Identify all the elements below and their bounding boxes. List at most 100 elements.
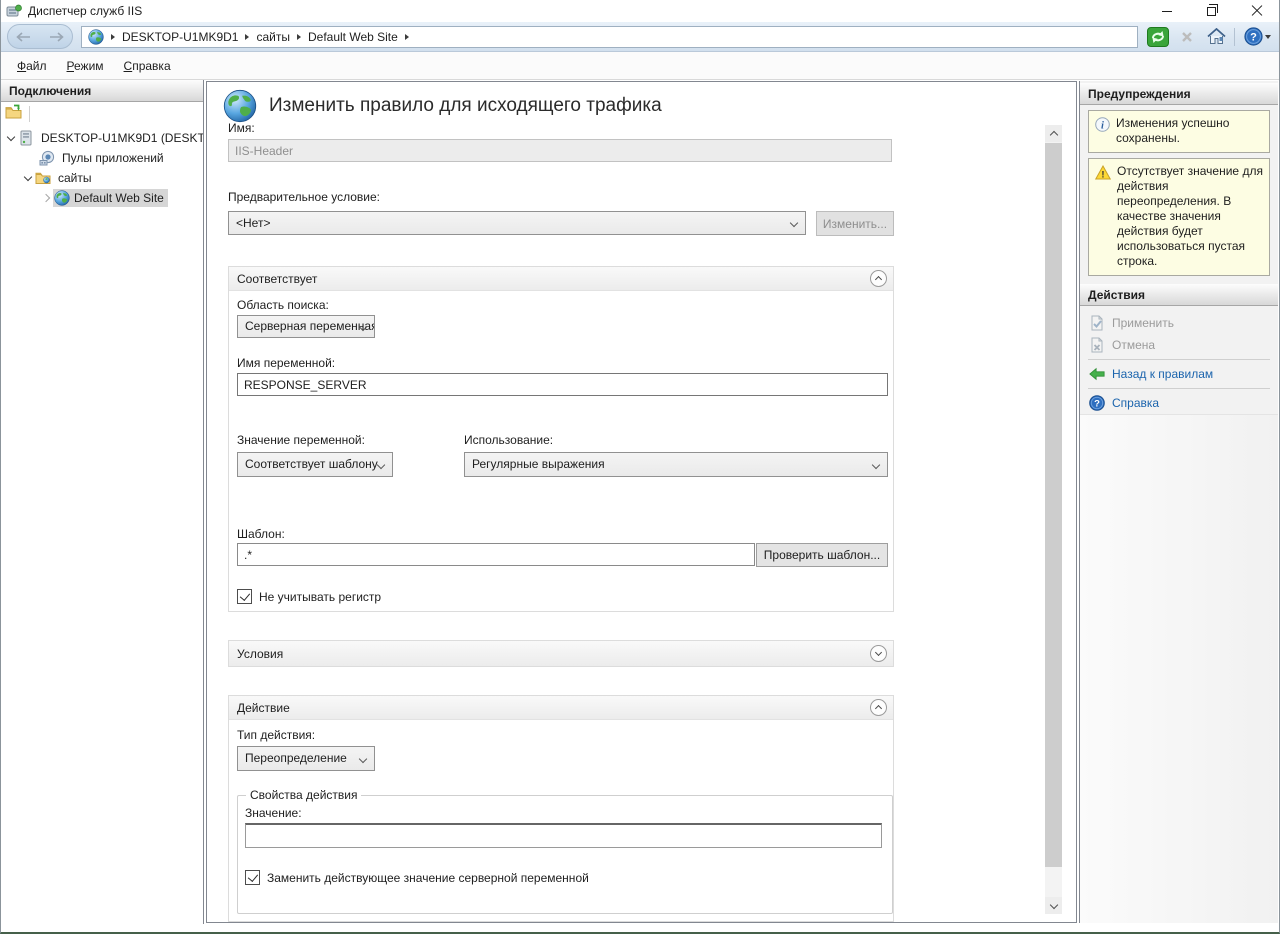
close-button[interactable] [1234, 0, 1279, 22]
tree-item-default-web-site[interactable]: Default Web Site [1, 188, 203, 208]
tree-item-label: Default Web Site [74, 191, 164, 205]
home-button[interactable] [1204, 26, 1228, 48]
minimize-button[interactable] [1144, 0, 1189, 22]
sites-folder-icon [35, 170, 51, 186]
toolbar-divider [1234, 28, 1235, 46]
help-button[interactable]: ? [1241, 26, 1273, 48]
apply-button[interactable]: Применить [1080, 312, 1278, 334]
name-input[interactable] [228, 139, 892, 162]
chevron-down-icon [359, 755, 367, 763]
variable-name-label: Имя переменной: [237, 356, 335, 370]
refresh-button[interactable] [1146, 26, 1170, 48]
using-select[interactable]: Регулярные выражения [464, 452, 888, 477]
expand-section-icon[interactable] [870, 645, 887, 662]
tree-item-label: сайты [55, 170, 95, 186]
side-panel-filler [1080, 414, 1278, 923]
back-button[interactable] [13, 28, 35, 46]
tree-item-label: Пулы приложений [59, 150, 167, 166]
variable-name-input[interactable] [237, 373, 888, 396]
back-to-rules-link[interactable]: Назад к правилам [1080, 363, 1278, 385]
conditions-section-header[interactable]: Условия [229, 641, 893, 666]
conditions-section: Условия [228, 640, 894, 667]
actions-divider [1088, 359, 1270, 360]
breadcrumb[interactable]: DESKTOP-U1MK9D1 сайты Default Web Site [81, 26, 1138, 48]
action-section-header[interactable]: Действие [229, 696, 893, 720]
connections-header: Подключения [1, 80, 203, 102]
action-type-label: Тип действия: [237, 728, 315, 742]
save-connection-icon[interactable] [5, 104, 23, 123]
server-icon [18, 130, 34, 146]
action-value-label: Значение: [245, 806, 882, 820]
info-icon: i [1095, 117, 1110, 146]
warning-icon: ! [1095, 165, 1111, 269]
vertical-scrollbar[interactable] [1045, 125, 1062, 914]
replace-value-label: Заменить действующее значение серверной … [267, 871, 589, 885]
warning-text: Отсутствует значение для действия переоп… [1117, 164, 1263, 269]
precondition-select[interactable]: <Нет> [228, 211, 806, 235]
replace-value-checkbox[interactable] [245, 870, 260, 885]
scrollbar-thumb[interactable] [1045, 143, 1062, 867]
match-section: Соответствует Область поиска: Серверная … [228, 266, 894, 612]
forward-button[interactable] [45, 28, 67, 46]
content-panel: Изменить правило для исходящего трафика … [206, 81, 1077, 923]
pattern-input[interactable] [237, 543, 755, 566]
tree-item-sites[interactable]: сайты [1, 168, 203, 188]
back-to-rules-label: Назад к правилам [1112, 367, 1213, 381]
chevron-down-icon [872, 461, 880, 469]
precondition-label: Предварительное условие: [228, 190, 380, 204]
conditions-section-title: Условия [237, 647, 870, 661]
toolbar-divider [29, 106, 30, 122]
help-link[interactable]: ? Справка [1080, 392, 1278, 414]
stop-button[interactable] [1175, 26, 1199, 48]
variable-value-select[interactable]: Соответствует шаблону [237, 452, 393, 477]
breadcrumb-separator-icon[interactable] [405, 34, 409, 40]
scope-select[interactable]: Серверная переменная [237, 315, 375, 338]
breadcrumb-item-default-web-site[interactable]: Default Web Site [308, 30, 398, 44]
chevron-down-icon [377, 461, 385, 469]
chevron-down-icon [790, 219, 798, 227]
breadcrumb-item-server[interactable]: DESKTOP-U1MK9D1 [122, 30, 238, 44]
collapse-icon[interactable] [24, 172, 32, 180]
menu-file[interactable]: Файл [7, 55, 57, 77]
tree-item-server[interactable]: DESKTOP-U1MK9D1 (DESKTOP [1, 128, 203, 148]
svg-text:i: i [1101, 120, 1104, 131]
edit-precondition-button[interactable]: Изменить... [816, 211, 894, 236]
expand-icon[interactable] [42, 194, 50, 202]
iis-manager-window: Диспетчер служб IIS DESKTOP-U1MK9D1 сайт… [0, 0, 1280, 934]
address-bar-tools: ? [1146, 26, 1273, 48]
minimize-icon [1162, 11, 1172, 12]
action-section-title: Действие [237, 701, 870, 715]
tree-item-app-pools[interactable]: Пулы приложений [1, 148, 203, 168]
collapse-icon[interactable] [7, 132, 15, 140]
breadcrumb-separator-icon[interactable] [297, 34, 301, 40]
selected-tree-item[interactable]: Default Web Site [53, 189, 168, 207]
collapse-section-icon[interactable] [870, 699, 887, 716]
menu-bar: Файл Режим Справка [1, 52, 1279, 80]
connections-toolbar [1, 102, 203, 125]
actions-list: Применить Отмена Назад к правилам ? [1080, 306, 1278, 414]
address-bar: DESKTOP-U1MK9D1 сайты Default Web Site ? [1, 22, 1279, 52]
breadcrumb-separator-icon[interactable] [245, 34, 249, 40]
menu-view[interactable]: Режим [57, 55, 114, 77]
action-type-select[interactable]: Переопределение [237, 746, 375, 771]
breadcrumb-separator-icon[interactable] [111, 34, 115, 40]
scroll-down-button[interactable] [1045, 897, 1062, 914]
breadcrumb-item-sites[interactable]: сайты [256, 30, 290, 44]
action-value-input[interactable] [245, 823, 882, 848]
test-pattern-button[interactable]: Проверить шаблон... [756, 543, 888, 567]
scroll-up-button[interactable] [1045, 125, 1062, 142]
restore-button[interactable] [1189, 0, 1234, 22]
menu-help[interactable]: Справка [114, 55, 181, 77]
svg-text:!: ! [1101, 170, 1104, 180]
ignore-case-checkbox[interactable] [237, 589, 252, 604]
side-panel: Предупреждения i Изменения успешно сохра… [1079, 81, 1278, 923]
collapse-section-icon[interactable] [870, 270, 887, 287]
svg-text:?: ? [1250, 32, 1257, 44]
match-section-title: Соответствует [237, 272, 870, 286]
title-bar: Диспетчер служб IIS [1, 0, 1279, 22]
cancel-button[interactable]: Отмена [1080, 334, 1278, 356]
match-section-header[interactable]: Соответствует [229, 267, 893, 291]
close-icon [1251, 5, 1263, 17]
warnings-header: Предупреждения [1080, 83, 1278, 105]
warning-box-saved: i Изменения успешно сохранены. [1088, 110, 1270, 153]
